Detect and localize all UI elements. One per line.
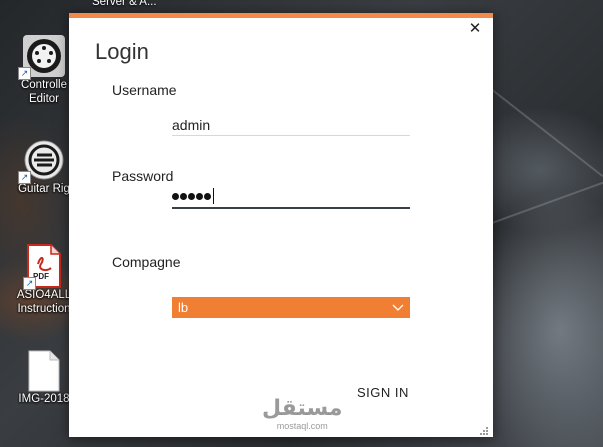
password-mask-dot	[204, 192, 211, 200]
watermark-text: مستقل	[262, 396, 343, 421]
password-underline	[172, 207, 410, 209]
shortcut-arrow-icon: ↗	[23, 277, 36, 290]
chevron-down-icon	[392, 302, 404, 314]
username-underline	[172, 135, 410, 136]
desktop-icon-asio4all-pdf[interactable]: PDF ↗ ASIO4ALL Instruction	[12, 244, 76, 316]
desktop-icon-label-partial: Server & A...	[92, 0, 157, 8]
watermark: مستقل mostaql.com	[262, 398, 342, 431]
login-dialog: ✕ Login Username Password Compagne lb SI…	[69, 13, 493, 437]
sign-in-button[interactable]: SIGN IN	[357, 385, 409, 400]
password-input[interactable]	[172, 187, 214, 205]
password-label: Password	[112, 168, 174, 184]
password-mask-dot	[188, 192, 195, 200]
desktop-icon-label: Guitar Rig	[18, 183, 70, 195]
company-select[interactable]: lb	[172, 297, 410, 318]
shortcut-arrow-icon: ↗	[18, 171, 31, 184]
company-label: Compagne	[112, 254, 181, 270]
text-caret	[213, 188, 214, 204]
desktop-icon-label: IMG-2018	[18, 393, 70, 405]
username-label: Username	[112, 82, 177, 98]
watermark-subtext: mostaql.com	[276, 421, 328, 431]
desktop-icon-img-2018[interactable]: IMG-2018	[12, 350, 76, 406]
company-select-value: lb	[178, 300, 189, 315]
shortcut-arrow-icon: ↗	[18, 67, 31, 80]
password-mask-dot	[196, 192, 203, 200]
password-mask-dot	[180, 192, 187, 200]
image-file-icon	[28, 350, 60, 392]
dialog-accent-bar	[69, 13, 493, 18]
dialog-title: Login	[95, 39, 149, 64]
pdf-icon: PDF ↗	[23, 244, 61, 290]
desktop-icon-label: Editor	[28, 93, 60, 105]
close-button[interactable]: ✕	[467, 21, 483, 37]
guitar-rig-icon: ↗	[18, 138, 66, 184]
username-input[interactable]	[172, 113, 410, 137]
desktop-icon-label: Instruction	[17, 303, 71, 315]
desktop-icon-label: Controlle	[20, 79, 68, 91]
desktop-icon-controller-editor[interactable]: ↗ Controlle Editor	[12, 34, 76, 106]
desktop-icon-guitar-rig[interactable]: ↗ Guitar Rig	[12, 138, 76, 196]
resize-grip-icon[interactable]	[479, 423, 489, 435]
midi-controller-icon: ↗	[18, 34, 66, 80]
close-icon: ✕	[468, 20, 482, 37]
desktop-icon-label: ASIO4ALL	[16, 289, 72, 301]
password-mask-dot	[172, 192, 179, 200]
